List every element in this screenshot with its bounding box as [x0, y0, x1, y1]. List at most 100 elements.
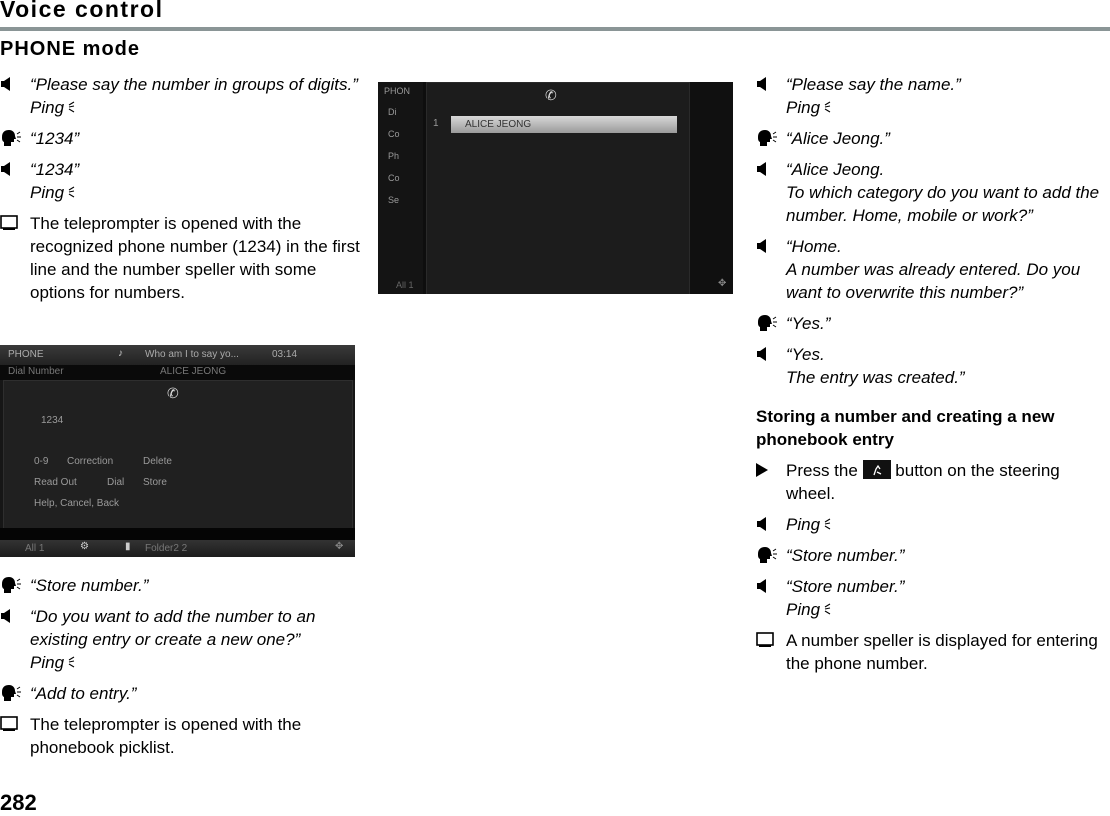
speaker-icon [756, 575, 786, 597]
sidebar-item: Di [388, 107, 397, 117]
speaker-icon [0, 605, 30, 627]
screen-sidebar: PHON Di Co Ph Co Se All 1 [378, 82, 423, 294]
step-text: “Yes.” [786, 314, 831, 333]
sidebar-item: Se [388, 195, 400, 205]
folder-label: Folder2 2 [145, 543, 188, 554]
step-text: “Do you want to add the number to an exi… [30, 607, 316, 649]
recognized-number: 1234 [41, 415, 64, 426]
speaker-icon [0, 158, 30, 180]
voice-icon: ✆ [167, 385, 179, 401]
instruction-step: “Store number.” [756, 544, 1110, 567]
press-prefix: Press the [786, 461, 858, 480]
speaking-head-icon [0, 682, 30, 704]
subsection-heading: Storing a number and creating a new phon… [756, 407, 1055, 449]
option: Help, Cancel, Back [34, 498, 120, 509]
ping-icon [820, 515, 831, 534]
step-text: The entry was created.” [786, 368, 965, 387]
music-icon: ♪ [118, 348, 123, 359]
step-text: The teleprompter is opened with the phon… [30, 715, 302, 757]
step-text: To which category do you want to add the… [786, 183, 1100, 225]
ping-label: Ping [30, 98, 65, 117]
sidebar-item: Ph [388, 151, 400, 161]
step-text: “Home. [786, 237, 842, 256]
screen-right-panel: ✥ [690, 82, 733, 294]
screen-message: Who am I to say yo... [145, 349, 239, 360]
instruction-step: “Alice Jeong. To which category do you wa… [756, 158, 1110, 227]
speaking-head-icon [756, 544, 786, 566]
screen-time: 03:14 [272, 349, 298, 360]
chapter-divider [0, 27, 1110, 31]
option: Correction [67, 456, 114, 467]
option: Dial [107, 477, 125, 488]
ping-label: Ping [30, 183, 65, 202]
screen-bottom-bar: All 1 ⚙ ▮ Folder2 2 ✥ [0, 540, 355, 557]
speaking-head-icon [0, 127, 30, 149]
steps-before: “Please say the name.” Ping “Alice Jeong.”… [756, 73, 1110, 389]
display-icon [0, 713, 30, 735]
steps-after: Ping “Store number.” “Store number.” Ping A … [756, 513, 1110, 675]
teleprompter-number-speller-screenshot: PHONE ♪ Who am I to say yo... 03:14 Dial… [0, 345, 355, 557]
step-text: A number was already entered. Do you wan… [786, 260, 1081, 302]
instruction-step: “Do you want to add the number to an exi… [0, 605, 360, 674]
option: Read Out [34, 477, 77, 488]
chapter-title: Voice control [0, 0, 164, 22]
gear-icon: ⚙ [80, 541, 89, 552]
voice-button-icon [862, 460, 891, 479]
navigation-icon: ✥ [718, 278, 727, 289]
instruction-step: “Add to entry.” [0, 682, 360, 705]
page-number: 282 [0, 790, 37, 815]
instruction-step: “Store number.” [0, 574, 360, 597]
screen-strip [0, 528, 355, 540]
instruction-step: A number speller is displayed for enteri… [756, 629, 1110, 675]
contact-name: ALICE JEONG [160, 366, 227, 377]
speaker-icon [756, 513, 786, 535]
step-text: “Store number.” [30, 576, 149, 595]
speaking-head-icon [0, 574, 30, 596]
speaker-icon [756, 73, 786, 95]
steps-after: “Store number.” “Do you want to add the n… [0, 574, 360, 759]
sidebar-item: Co [388, 129, 400, 139]
step-text: “Add to entry.” [30, 684, 137, 703]
option: Store [143, 477, 167, 488]
ping-icon [64, 653, 75, 672]
sidebar-item: Co [388, 173, 400, 183]
ping-label: Ping [786, 98, 821, 117]
instruction-step: Ping [756, 513, 1110, 536]
step-text: “Alice Jeong. [786, 160, 885, 179]
speaker-icon [756, 158, 786, 180]
steps-before: “Please say the number in groups of digi… [0, 73, 360, 304]
folder-icon: ▮ [125, 541, 131, 552]
instruction-step: “Please say the name.” Ping [756, 73, 1110, 119]
step-text: “1234” [30, 160, 80, 179]
instruction-step: “Yes. The entry was created.” [756, 343, 1110, 389]
step-text: “Store number.” [786, 577, 905, 596]
ping-icon [64, 183, 75, 202]
list-index: 1 [433, 118, 439, 129]
instruction-step: “1234” Ping [0, 158, 360, 204]
step-text: A number speller is displayed for enteri… [786, 631, 1098, 673]
sidebar-title: PHON [384, 86, 411, 96]
step-press-button: Press the button on the steering wheel. [756, 459, 1110, 505]
speaking-head-icon [756, 127, 786, 149]
bottom-left-label: All 1 [396, 280, 414, 290]
option: 0-9 [34, 456, 49, 467]
display-icon [0, 212, 30, 234]
step-text: “Alice Jeong.” [786, 129, 890, 148]
step-text: “Please say the name.” [786, 75, 961, 94]
instruction-step: The teleprompter is opened with the reco… [0, 212, 360, 304]
screen-status-bar: PHONE ♪ Who am I to say yo... 03:14 [0, 345, 355, 365]
instruction-step: “Home. A number was already entered. Do y… [756, 235, 1110, 304]
ping-label: Ping [786, 515, 821, 534]
list-item-highlighted: ALICE JEONG [451, 116, 677, 133]
option: Delete [143, 456, 172, 467]
step-text: “Please say the number in groups of digi… [30, 75, 358, 94]
speaker-icon [756, 235, 786, 257]
dial-number-label: Dial Number [8, 366, 64, 377]
phonebook-picklist-screenshot: PHON Di Co Ph Co Se All 1 ✆ 1 ALICE JEON… [378, 82, 733, 294]
speaker-icon [756, 343, 786, 365]
instruction-step: “Alice Jeong.” [756, 127, 1110, 150]
ping-label: Ping [786, 600, 821, 619]
section-title: PHONE mode [0, 38, 141, 60]
picklist-panel: ✆ 1 ALICE JEONG [426, 82, 690, 294]
screen-row: Dial Number ALICE JEONG [0, 365, 355, 380]
